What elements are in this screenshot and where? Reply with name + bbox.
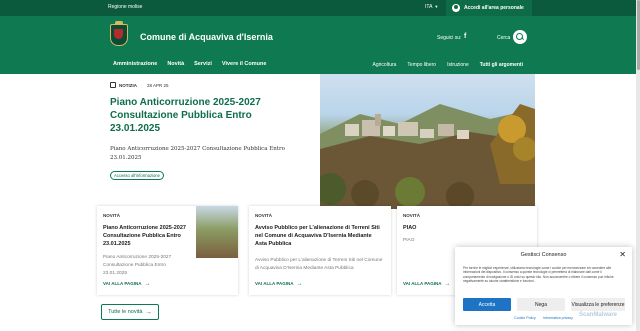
hero-description: Piano Anticorruzione 2025-2027 Consultaz… <box>110 146 285 161</box>
personal-area-label: Accedi all'area personale <box>464 5 524 11</box>
card-link[interactable]: VAI ALLA PAGINA → <box>403 281 451 287</box>
watermark: ScanMalware <box>579 312 618 318</box>
arrow-right-icon: → <box>296 281 303 287</box>
card-title[interactable]: Piano Anticorruzione 2025-2027 Consultaz… <box>103 224 191 248</box>
hero-meta: NOTIZIA 28 APR 25 <box>110 82 169 88</box>
accept-button[interactable]: Accetta <box>463 298 511 311</box>
site-header: Comune di Acquaviva d'Isernia Seguici su… <box>0 16 640 74</box>
card-link-label: VAI ALLA PAGINA <box>255 281 294 286</box>
card-link[interactable]: VAI ALLA PAGINA → <box>103 281 151 287</box>
hero-date: 28 APR 25 <box>147 82 169 88</box>
card-link-label: VAI ALLA PAGINA <box>403 281 442 286</box>
card-description: Piano Anticorruzione 2025-2027 Consultaz… <box>103 255 172 276</box>
region-link[interactable]: Regione molise <box>108 4 142 10</box>
card-title[interactable]: Avviso Pubblico per L'alienazione di Ter… <box>255 224 383 248</box>
news-card[interactable]: NOVITÀ Avviso Pubblico per L'alienazione… <box>249 206 391 295</box>
hero-image <box>320 74 535 209</box>
card-category: NOVITÀ <box>403 213 421 218</box>
chevron-down-icon: ▼ <box>434 4 439 9</box>
card-description: PIAO <box>403 238 415 243</box>
topic-agricoltura[interactable]: Agricoltura <box>373 62 397 68</box>
hero-title[interactable]: Piano Anticorruzione 2025-2027 Consultaz… <box>110 96 300 135</box>
arrow-right-icon: → <box>444 281 451 287</box>
municipality-crest-logo[interactable] <box>110 21 128 46</box>
arrow-right-icon: → <box>145 308 152 316</box>
user-icon <box>452 4 460 12</box>
card-description: Avviso Pubblico per L'alienazione di Ter… <box>255 258 383 271</box>
nav-novita[interactable]: Novità <box>167 61 184 67</box>
card-title[interactable]: PIAO <box>403 224 416 232</box>
language-label: ITA <box>425 4 433 10</box>
card-link[interactable]: VAI ALLA PAGINA → <box>255 281 303 287</box>
hero-tag[interactable]: Accesso all'informazione <box>110 171 164 180</box>
search-button[interactable] <box>513 30 527 44</box>
topic-all[interactable]: Tutti gli argomenti <box>480 62 523 68</box>
page-scrollbar[interactable] <box>636 0 640 331</box>
card-category: NOVITÀ <box>103 213 121 218</box>
close-icon[interactable]: ✕ <box>619 250 626 259</box>
topic-istruzione[interactable]: Istruzione <box>447 62 469 68</box>
main-nav: Amministrazione Novità Servizi Vivere il… <box>113 61 266 67</box>
preferences-button[interactable]: Visualizza le preferenze <box>571 298 625 311</box>
nav-servizi[interactable]: Servizi <box>194 61 212 67</box>
personal-area-button[interactable]: Accedi all'area personale <box>446 0 532 16</box>
village-landscape-image <box>320 104 535 209</box>
deny-button[interactable]: Nega <box>517 298 565 311</box>
arrow-right-icon: → <box>144 281 151 287</box>
all-news-label: Tutte le novità <box>108 309 143 315</box>
site-title[interactable]: Comune di Acquaviva d'Isernia <box>140 32 273 42</box>
nav-amministrazione[interactable]: Amministrazione <box>113 61 157 67</box>
card-category: NOVITÀ <box>255 213 273 218</box>
calendar-icon <box>110 82 116 88</box>
card-thumbnail-image <box>196 206 238 258</box>
nav-vivere-il-comune[interactable]: Vivere il Comune <box>222 61 267 67</box>
topic-tempo-libero[interactable]: Tempo libero <box>407 62 436 68</box>
card-link-label: VAI ALLA PAGINA <box>103 281 142 286</box>
topic-nav: Agricoltura Tempo libero Istruzione Tutt… <box>373 62 523 68</box>
search-label: Cerca <box>497 35 511 41</box>
social-label: Seguici su: <box>437 35 462 41</box>
cookie-policy-link[interactable]: Cookie Policy <box>514 316 536 320</box>
facebook-icon[interactable]: f <box>464 33 466 40</box>
hero-category: NOTIZIA <box>119 82 137 88</box>
consent-title: Gestisci Consenso <box>520 252 567 258</box>
privacy-link[interactable]: Informativa privacy <box>543 316 573 320</box>
all-news-button[interactable]: Tutte le novità → <box>101 304 159 320</box>
language-selector[interactable]: ITA ▼ <box>425 4 438 10</box>
top-bar: Regione molise ITA ▼ Accedi all'area pers… <box>0 0 640 16</box>
consent-body: Per fornire le migliori esperienze, util… <box>463 266 614 284</box>
news-card[interactable]: NOVITÀ Piano Anticorruzione 2025-2027 Co… <box>97 206 238 295</box>
